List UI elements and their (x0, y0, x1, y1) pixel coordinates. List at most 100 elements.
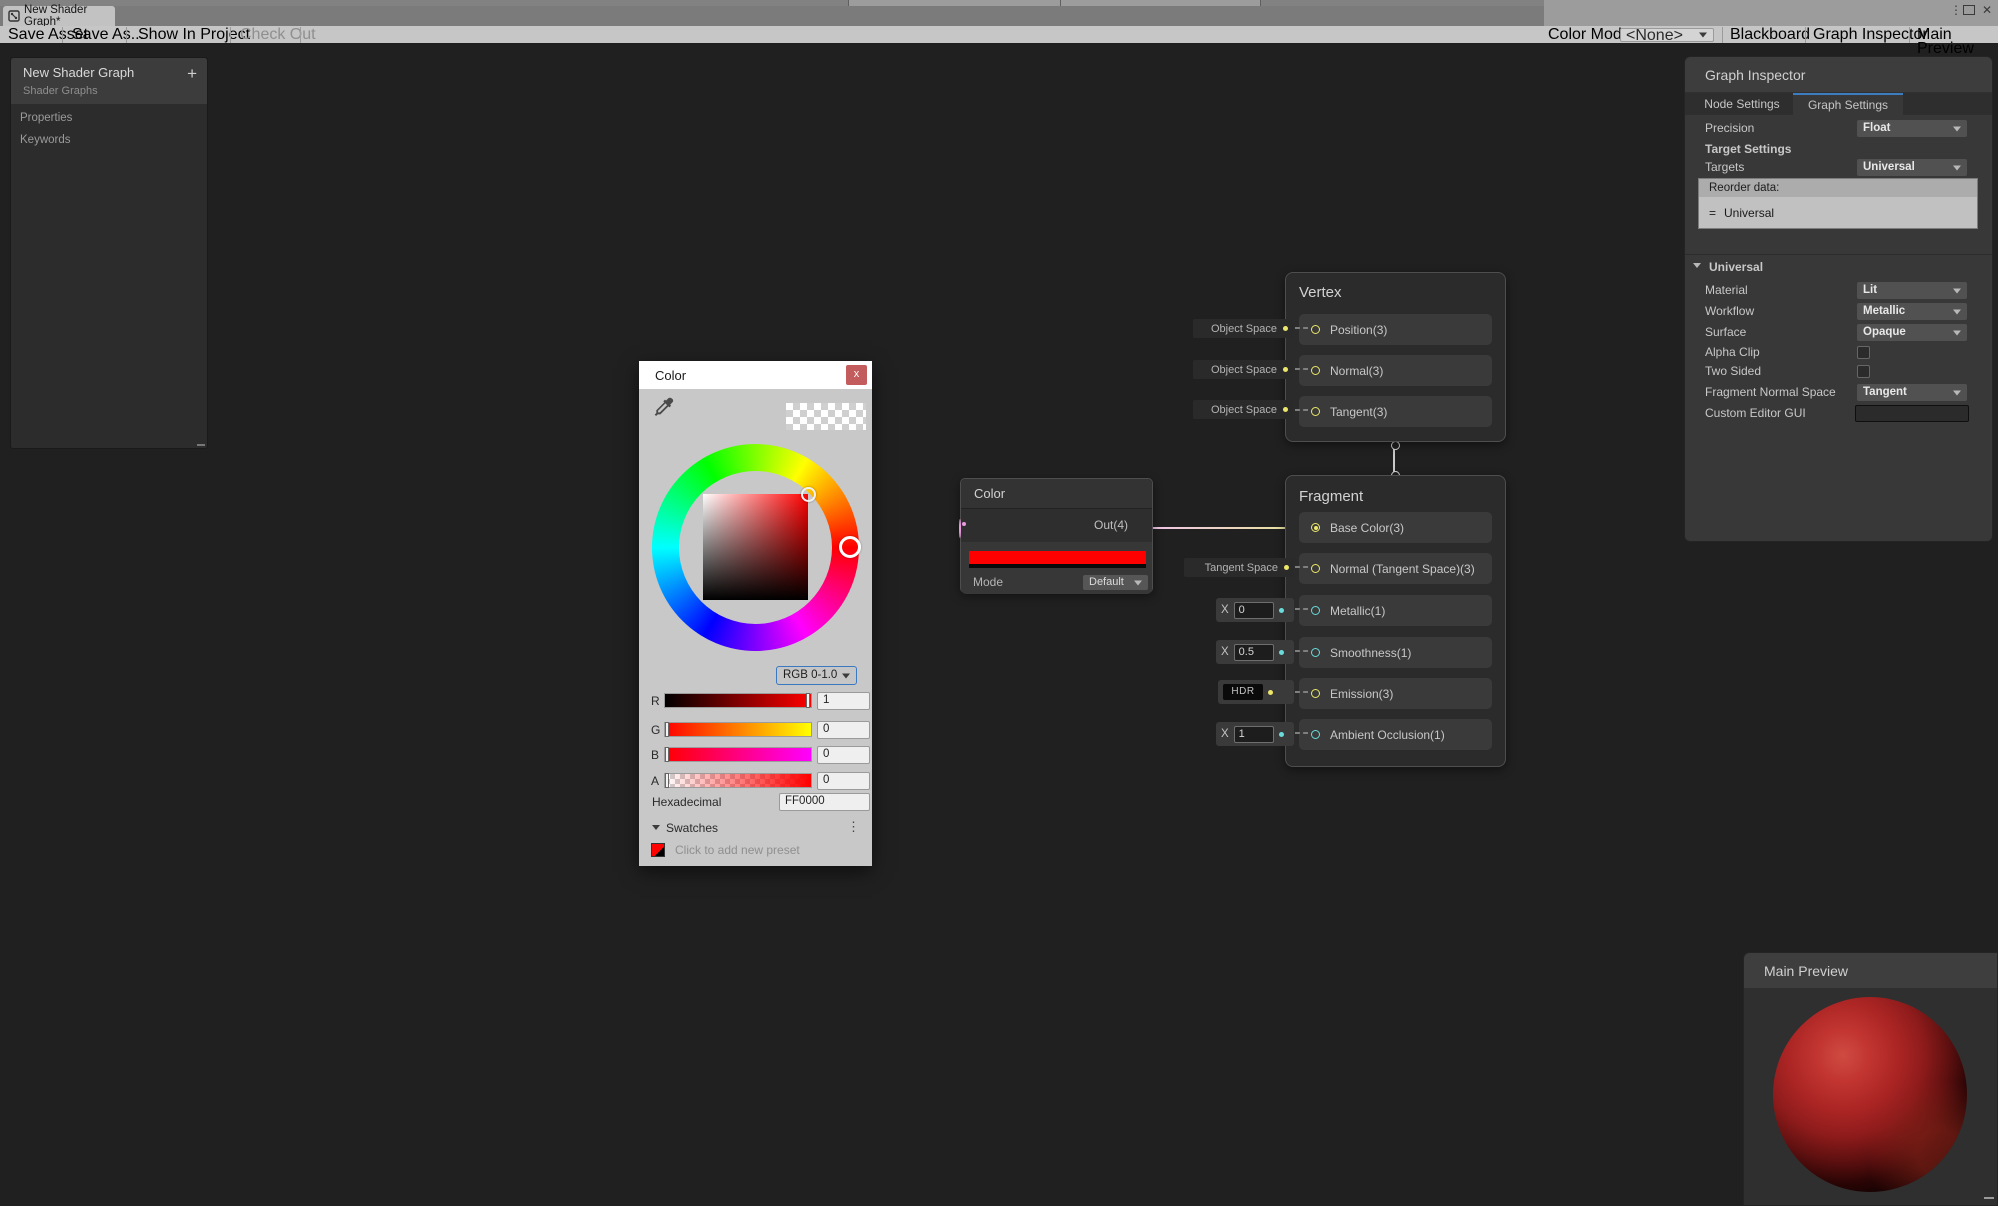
alpha-clip-checkbox[interactable] (1857, 346, 1870, 359)
g-value-field[interactable]: 0 (817, 721, 870, 739)
color-dialog-titlebar[interactable]: Color x (639, 361, 872, 389)
hdr-color-field[interactable]: HDR (1223, 684, 1263, 700)
tangent-space-selector[interactable]: Object Space (1193, 400, 1293, 419)
blackboard-section-keywords[interactable]: Keywords (20, 134, 71, 146)
fragment-row-base-color[interactable]: Base Color(3) (1299, 512, 1492, 543)
slider-handle[interactable] (665, 747, 669, 762)
ambient-occlusion-default-input[interactable]: X 1 (1216, 722, 1294, 746)
close-icon[interactable]: x (846, 365, 867, 385)
vertex-row-tangent[interactable]: Tangent(3) (1299, 396, 1492, 427)
position-port[interactable] (1311, 325, 1320, 334)
vertex-node[interactable]: Vertex Position(3) Normal(3) Tangent(3) (1285, 272, 1506, 442)
position-space-selector[interactable]: Object Space (1193, 319, 1293, 338)
precision-dropdown[interactable]: Float (1857, 120, 1967, 137)
shader-preview-sphere[interactable] (1773, 997, 1967, 1192)
surface-dropdown[interactable]: Opaque (1857, 324, 1967, 341)
main-preview-header[interactable]: Main Preview (1744, 953, 1997, 988)
color-mode-select[interactable]: RGB 0-1.0 (776, 666, 857, 685)
swatches-foldout-icon[interactable] (652, 825, 660, 830)
blackboard-header[interactable]: New Shader Graph Shader Graphs + (11, 58, 207, 104)
ambient-occlusion-port[interactable] (1311, 730, 1320, 739)
emission-port[interactable] (1311, 689, 1320, 698)
blackboard-toggle-button[interactable]: Blackboard (1730, 28, 1810, 42)
metallic-default-input[interactable]: X 0 (1216, 598, 1294, 622)
material-dropdown[interactable]: Lit (1857, 282, 1967, 299)
fragment-normal-space-dropdown[interactable]: Tangent (1857, 384, 1967, 401)
smoothness-default-input[interactable]: X 0.5 (1216, 640, 1294, 664)
add-preset-hint[interactable]: Click to add new preset (675, 843, 800, 857)
slider-handle[interactable] (806, 693, 810, 708)
fragment-row-normal[interactable]: Normal (Tangent Space)(3) (1299, 553, 1492, 584)
graph-inspector-header[interactable]: Graph Inspector (1685, 57, 1992, 93)
show-in-project-button[interactable]: Show In Project (138, 28, 250, 42)
eyedropper-icon[interactable] (651, 395, 675, 419)
vertex-row-normal[interactable]: Normal(3) (1299, 355, 1492, 386)
chevron-down-icon (1953, 309, 1961, 314)
tangent-port[interactable] (1311, 407, 1320, 416)
base-color-port[interactable] (1311, 523, 1320, 532)
b-value-field[interactable]: 0 (817, 746, 870, 764)
smoothness-port[interactable] (1311, 648, 1320, 657)
tab-graph-settings[interactable]: Graph Settings (1793, 93, 1903, 115)
smoothness-value-field[interactable]: 0.5 (1234, 644, 1274, 661)
g-slider[interactable] (664, 722, 812, 737)
fragment-row-emission[interactable]: Emission(3) (1299, 678, 1492, 709)
saturation-value-box[interactable] (703, 494, 808, 600)
normal-space-selector[interactable]: Tangent Space (1184, 558, 1294, 577)
swatches-menu-icon[interactable]: ⋮ (847, 819, 860, 835)
normal-ts-port[interactable] (1311, 564, 1320, 573)
ambient-occlusion-value-field[interactable]: 1 (1234, 726, 1274, 743)
swatch-preset-icon[interactable] (651, 843, 665, 857)
main-preview-resize-handle[interactable] (1984, 1197, 1994, 1199)
window-maximize-icon[interactable] (1963, 5, 1975, 15)
fragment-row-smoothness[interactable]: Smoothness(1) (1299, 637, 1492, 668)
custom-editor-gui-field[interactable] (1855, 405, 1969, 422)
swatches-label[interactable]: Swatches (666, 821, 718, 835)
sv-indicator-icon[interactable] (801, 487, 816, 502)
window-menu-icon[interactable]: ⋮ (1950, 3, 1962, 17)
main-preview-toggle-button[interactable]: Main Preview (1917, 28, 1998, 42)
save-as-button[interactable]: Save As... (72, 28, 144, 42)
blackboard-section-properties[interactable]: Properties (20, 112, 72, 124)
targets-dropdown[interactable]: Universal (1857, 159, 1967, 176)
mode-dropdown[interactable]: Default (1083, 575, 1148, 590)
b-slider[interactable] (664, 747, 812, 762)
emission-default-input[interactable]: HDR (1218, 680, 1294, 704)
tab-new-shader-graph[interactable]: New Shader Graph* (3, 6, 115, 26)
foldout-arrow-icon[interactable] (1693, 263, 1701, 268)
color-mode-dropdown[interactable]: <None> (1620, 28, 1714, 42)
metallic-port[interactable] (1311, 606, 1320, 615)
workflow-dropdown[interactable]: Metallic (1857, 303, 1967, 320)
universal-foldout-label[interactable]: Universal (1709, 260, 1763, 274)
port-dot-icon (1279, 650, 1284, 655)
blackboard-resize-handle[interactable] (197, 444, 205, 446)
r-slider[interactable] (664, 693, 812, 708)
normal-port[interactable] (1311, 366, 1320, 375)
inspector-tab-bar: Node Settings Graph Settings (1685, 93, 1992, 115)
slider-handle[interactable] (665, 773, 669, 788)
graph-inspector-toggle-button[interactable]: Graph Inspector (1813, 28, 1928, 42)
color-node[interactable]: Color Out(4) Mode Default (960, 478, 1153, 593)
hexadecimal-field[interactable]: FF0000 (779, 793, 870, 811)
color-swatch-field[interactable] (969, 551, 1146, 564)
fragment-row-ambient-occlusion[interactable]: Ambient Occlusion(1) (1299, 719, 1492, 750)
add-property-button[interactable]: + (187, 64, 197, 84)
check-out-button[interactable]: Check Out (240, 28, 316, 42)
color-node-header[interactable]: Color (961, 479, 1152, 509)
window-close-icon[interactable]: ✕ (1982, 3, 1992, 17)
tab-node-settings[interactable]: Node Settings (1691, 93, 1793, 115)
slider-handle[interactable] (665, 722, 669, 737)
drag-handle-icon[interactable]: = (1709, 206, 1716, 220)
hue-indicator-icon[interactable] (839, 536, 861, 558)
r-value-field[interactable]: 1 (817, 692, 870, 710)
two-sided-checkbox[interactable] (1857, 365, 1870, 378)
fragment-node[interactable]: Fragment Base Color(3) Normal (Tangent S… (1285, 475, 1506, 767)
out-port[interactable] (959, 519, 961, 538)
metallic-value-field[interactable]: 0 (1234, 602, 1274, 619)
a-value-field[interactable]: 0 (817, 772, 870, 790)
a-slider[interactable] (664, 773, 812, 788)
fragment-row-metallic[interactable]: Metallic(1) (1299, 595, 1492, 626)
vertex-row-position[interactable]: Position(3) (1299, 314, 1492, 345)
reorder-item-universal[interactable]: = Universal (1699, 197, 1977, 228)
normal-space-selector[interactable]: Object Space (1193, 360, 1293, 379)
